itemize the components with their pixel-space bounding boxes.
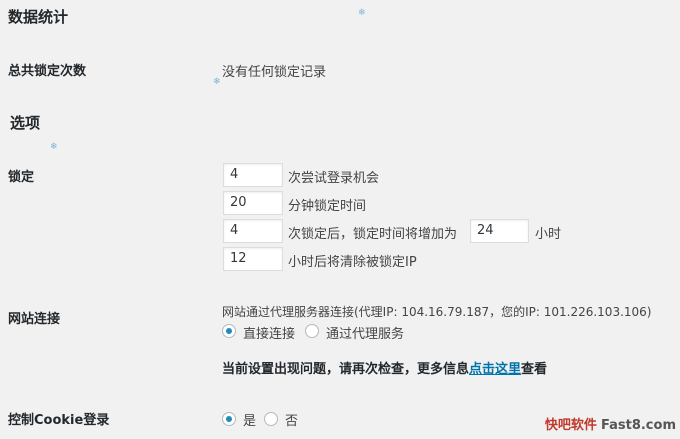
snowflake-icon: ❄ (50, 142, 58, 152)
valid-duration-input[interactable]: 12 (223, 247, 283, 271)
allowed-retries-suffix: 次尝试登录机会 (288, 171, 380, 186)
warning-text: 当前设置出现问题，请再次检查，更多信息 (222, 362, 470, 377)
warning-suffix: 查看 (521, 362, 548, 377)
direct-connection-radio[interactable] (222, 324, 236, 338)
cookie-yes-radio[interactable] (222, 412, 236, 426)
total-lockouts-label: 总共锁定次数 (8, 64, 87, 79)
long-duration-input[interactable]: 24 (470, 219, 529, 243)
watermark-part1: 快吧软件 (544, 418, 597, 433)
minutes-lockout-suffix: 分钟锁定时间 (288, 199, 367, 214)
total-lockouts-value: 没有任何锁定记录 (222, 65, 327, 80)
minutes-lockout-input[interactable]: 20 (223, 191, 283, 215)
click-here-link[interactable]: 点击这里 (469, 362, 521, 377)
allowed-lockouts-input[interactable]: 4 (223, 219, 283, 243)
allowed-retries-input[interactable]: 4 (223, 163, 283, 187)
direct-connection-label[interactable]: 直接连接 (243, 323, 295, 342)
connection-label: 网站连接 (8, 312, 61, 327)
options-section-title: 选项 (10, 114, 41, 132)
proxy-connection-label[interactable]: 通过代理服务 (326, 323, 404, 342)
lockout-label: 锁定 (8, 170, 35, 185)
watermark: 快吧软件 Fast8.com (545, 414, 676, 433)
snowflake-icon: ❄ (358, 8, 366, 18)
stats-section-title: 数据统计 (8, 8, 69, 26)
allowed-lockouts-text: 次锁定后，锁定时间将增加为 (288, 227, 458, 242)
cookie-no-radio[interactable] (264, 412, 278, 426)
connection-description: 网站通过代理服务器连接(代理IP: 104.16.79.187，您的IP: 10… (222, 305, 652, 319)
cookie-no-label[interactable]: 否 (285, 410, 298, 429)
snowflake-icon: ❄ (213, 77, 221, 87)
valid-duration-suffix: 小时后将清除被锁定IP (288, 255, 417, 270)
proxy-connection-radio[interactable] (305, 324, 319, 338)
cookie-yes-label[interactable]: 是 (243, 410, 256, 429)
connection-warning: 当前设置出现问题，请再次检查，更多信息点击这里查看 (222, 358, 547, 377)
long-duration-suffix: 小时 (535, 227, 562, 242)
watermark-part2: Fast8.com (600, 418, 676, 433)
cookie-label: 控制Cookie登录 (8, 413, 110, 428)
